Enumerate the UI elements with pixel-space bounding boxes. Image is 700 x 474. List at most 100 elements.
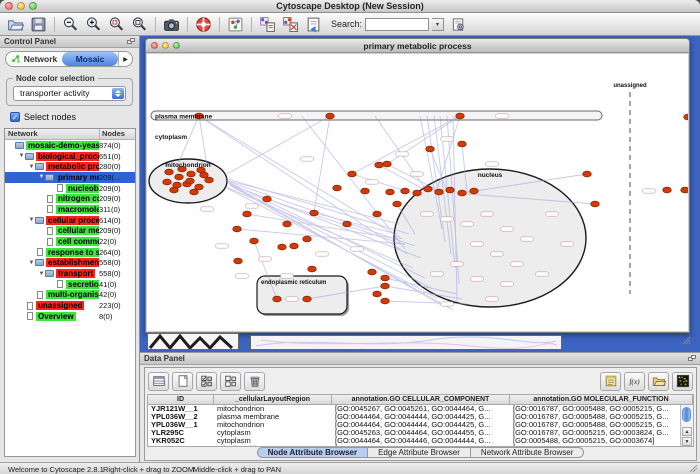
toolbar-button-open[interactable]: [4, 14, 27, 34]
network-node[interactable]: [243, 211, 252, 217]
network-node[interactable]: [190, 189, 199, 195]
network-node[interactable]: [393, 201, 402, 207]
tree-column-nodes[interactable]: Nodes: [99, 129, 135, 139]
network-node[interactable]: [348, 171, 357, 177]
network-node[interactable]: [401, 188, 410, 194]
toolbar-button-zoom-out[interactable]: [59, 14, 82, 34]
network-node[interactable]: [310, 210, 319, 216]
column-header-2[interactable]: annotation.GO CELLULAR_COMPONENT: [332, 395, 510, 404]
network-node[interactable]: [233, 226, 242, 232]
toolbar-button-view-settings[interactable]: [224, 14, 247, 34]
network-node[interactable]: [333, 185, 342, 191]
tree-row-cell-communicat[interactable]: cell communicat22(0): [5, 236, 135, 247]
toolbar-button-zoom-selected[interactable]: [105, 14, 128, 34]
network-node[interactable]: [381, 298, 390, 304]
network-node[interactable]: [186, 178, 195, 184]
background-window-network[interactable]: [250, 335, 562, 350]
tab-overflow-arrow[interactable]: ▶: [118, 52, 132, 66]
table-row-YPL036W__1[interactable]: YPL036W__1mitochondrion[GO:0044464, GO:0…: [148, 421, 693, 429]
toolbar-button-link-document[interactable]: [302, 14, 325, 34]
tree-expand-arrow[interactable]: ▼: [38, 271, 45, 277]
app-resize-grip[interactable]: [688, 463, 698, 473]
tree-row-unassigned[interactable]: unassigned223(0): [5, 300, 135, 311]
network-node[interactable]: [234, 258, 243, 264]
tree-expand-arrow[interactable]: ▼: [38, 174, 45, 180]
network-node[interactable]: [361, 188, 370, 194]
network-node[interactable]: [368, 269, 377, 275]
create-attribute-button[interactable]: [172, 372, 193, 391]
network-node[interactable]: [446, 187, 455, 193]
select-nodes-checkbox[interactable]: ✓: [10, 112, 20, 122]
tab-network-attribute-browser[interactable]: Network Attribute Browser: [471, 447, 584, 458]
network-node[interactable]: [200, 172, 209, 178]
search-input[interactable]: [365, 18, 429, 31]
tree-row-secretion[interactable]: secretion41(0): [5, 279, 135, 290]
network-node[interactable]: [165, 169, 174, 175]
table-row-YLR295C[interactable]: YLR295Ccytoplasm[GO:0045263, GO:0044464,…: [148, 429, 693, 437]
network-node[interactable]: [591, 201, 600, 207]
toolbar-button-snapshot[interactable]: [160, 14, 183, 34]
select-attributes-button[interactable]: [148, 372, 169, 391]
tree-expand-arrow[interactable]: ▼: [28, 260, 35, 266]
window-resize-grip[interactable]: [681, 335, 691, 345]
network-node[interactable]: [413, 190, 422, 196]
network-node[interactable]: [290, 243, 299, 249]
network-node[interactable]: [424, 186, 433, 192]
tree-row-cellular-metabol[interactable]: cellular metabol209(0): [5, 226, 135, 237]
delete-attribute-button[interactable]: [244, 372, 265, 391]
tree-row-nitrogen-compo[interactable]: nitrogen compo209(0): [5, 193, 135, 204]
network-node[interactable]: [375, 162, 384, 168]
network-node[interactable]: [250, 238, 259, 244]
network-node[interactable]: [163, 179, 172, 185]
toolbar-button-zoom-fit[interactable]: [128, 14, 151, 34]
network-node[interactable]: [175, 174, 184, 180]
network-node[interactable]: [456, 113, 465, 119]
tree-row-transport[interactable]: ▼transport558(0): [5, 268, 135, 279]
network-node[interactable]: [303, 296, 312, 302]
network-node[interactable]: [343, 221, 352, 227]
tree-row-metabolic-process[interactable]: ▼metabolic process280(0): [5, 161, 135, 172]
tree-expand-arrow[interactable]: ▼: [18, 153, 25, 159]
background-window-overview[interactable]: [147, 333, 239, 350]
network-node[interactable]: [273, 296, 282, 302]
table-row-YPL036W__2[interactable]: YPL036W__2plasma membrane[GO:0044464, GO…: [148, 413, 693, 421]
scroll-down-button[interactable]: ▼: [682, 437, 692, 446]
toolbar-button-destroy-view[interactable]: [279, 14, 302, 34]
scroll-up-button[interactable]: ▲: [682, 427, 692, 436]
mosaic-matrix-button[interactable]: [672, 372, 693, 391]
tree-row-response-to-stimulu[interactable]: response to stimulu264(0): [5, 247, 135, 258]
float-panel-icon[interactable]: [127, 38, 135, 45]
network-node[interactable]: [383, 161, 392, 167]
network-node[interactable]: [381, 283, 390, 289]
network-node[interactable]: [386, 189, 395, 195]
tree-row-cellular-process[interactable]: ▼cellular process614(0): [5, 215, 135, 226]
tree-row-multi-organism-pro[interactable]: multi-organism pro42(0): [5, 290, 135, 301]
column-header-3[interactable]: annotation.GO MOLECULAR_FUNCTION: [510, 395, 693, 404]
tab-mosaic[interactable]: Mosaic: [62, 52, 118, 66]
tab-edge-attribute-browser[interactable]: Edge Attribute Browser: [368, 447, 471, 458]
network-node[interactable]: [470, 188, 479, 194]
toolbar-button-save[interactable]: [27, 14, 50, 34]
scrollbar-thumb[interactable]: [682, 407, 691, 422]
network-node[interactable]: [681, 187, 688, 193]
column-header-1[interactable]: _cellularLayoutRegion: [214, 395, 332, 404]
tree-expand-arrow[interactable]: ▼: [28, 164, 35, 170]
network-node[interactable]: [303, 236, 312, 242]
tree-row-macromolecule[interactable]: macromolecule311(0): [5, 204, 135, 215]
network-node[interactable]: [373, 291, 382, 297]
network-node[interactable]: [684, 114, 688, 120]
network-node[interactable]: [263, 196, 272, 202]
attribute-table-scrollbar[interactable]: ▲ ▼: [680, 405, 693, 446]
tree-expand-arrow[interactable]: ▼: [28, 217, 35, 223]
tab-network[interactable]: Network: [6, 52, 62, 66]
network-node[interactable]: [426, 146, 435, 152]
network-node[interactable]: [583, 171, 592, 177]
search-dropdown-arrow[interactable]: ▾: [432, 18, 444, 31]
network-node[interactable]: [663, 187, 672, 193]
toolbar-button-zoom-in[interactable]: [82, 14, 105, 34]
tree-column-network[interactable]: Network: [5, 129, 99, 139]
select-all-attributes-button[interactable]: [196, 372, 217, 391]
import-attributes-button[interactable]: [648, 372, 669, 391]
unselect-all-attributes-button[interactable]: [220, 372, 241, 391]
tree-row-nucleobase-[interactable]: nucleobase-209(0): [5, 183, 135, 194]
